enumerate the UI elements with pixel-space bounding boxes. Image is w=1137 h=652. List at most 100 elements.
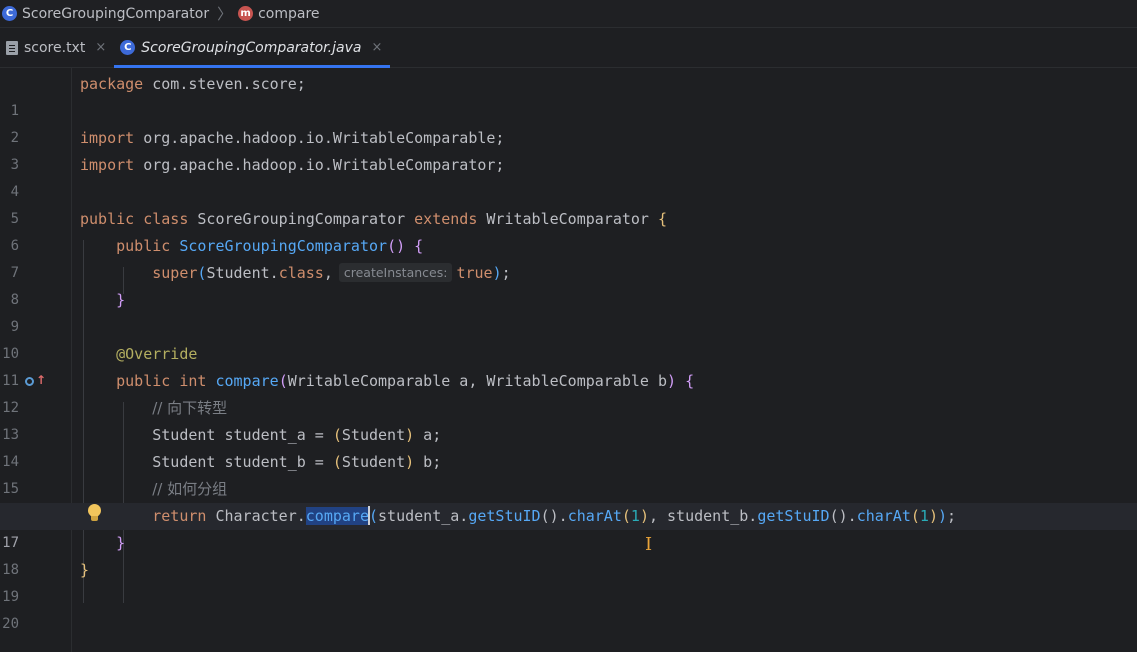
code-line: 3 import org.apache.hadoop.io.WritableCo… [0,125,1137,173]
close-icon[interactable]: × [371,40,382,55]
text-cursor-icon: I [645,534,653,555]
keyword: public [116,237,171,255]
keyword: public class [80,210,189,228]
paren: ) [405,426,415,444]
selected-method-call: compare [305,507,369,525]
brace: } [116,534,126,552]
code-line: 14 Student student_a = (Student) a; [0,422,1137,470]
class-ref: Student. [206,264,279,282]
paren: ( [278,372,288,390]
paren: ) [405,453,415,471]
code-editor[interactable]: 1 package com.steven.score; 2 3 import o… [0,68,1137,652]
class-ref: Character. [206,507,306,525]
paren: ) [639,507,649,525]
paren: ( [332,426,342,444]
tab-score-txt[interactable]: score.txt × [0,28,114,67]
statement: Student student_b = [152,453,333,471]
constructor-name: ScoreGroupingComparator [179,237,388,255]
annotation: @Override [116,345,198,363]
code-line-current: 17 return Character.compare(student_a.ge… [0,503,1137,551]
keyword: import [80,129,135,147]
code-line: 5 [0,179,1137,227]
code-line: 6 public class ScoreGroupingComparator e… [0,206,1137,254]
override-method-icon[interactable]: ↑ [25,374,46,388]
keyword: public int [116,372,207,390]
breadcrumb: C ScoreGroupingComparator 〉 m compare [0,0,1137,28]
number: 1 [630,507,640,525]
class-name: ScoreGroupingComparator [188,210,415,228]
keyword: import [80,156,135,174]
cast-type: Student [341,426,406,444]
breadcrumb-separator: 〉 [217,5,233,23]
breadcrumb-method[interactable]: m compare [238,5,320,22]
paren: ) [928,507,938,525]
identifier: , student_b. [648,507,758,525]
code-line: 7 public ScoreGroupingComparator() { [0,233,1137,281]
code-area[interactable]: 1 package com.steven.score; 2 3 import o… [0,68,1137,652]
code-line: 10 [0,314,1137,362]
statement: b; [414,453,442,471]
code-line: 12 public int compare(WritableComparable… [0,368,1137,416]
keyword: extends [414,210,478,228]
statement: Student student_a = [152,426,333,444]
breadcrumb-class-label: ScoreGroupingComparator [22,5,210,22]
keyword: package [80,75,144,93]
punctuation: (). [829,507,857,525]
tab-label: score.txt [24,39,86,56]
code-line: 19 } [0,557,1137,605]
comma: , [323,264,333,282]
comment: // 如何分组 [152,480,228,498]
paren: ) [937,507,947,525]
code-line: 13 // 向下转型 [0,395,1137,443]
code-line: 1 package com.steven.score; [0,71,1137,119]
breadcrumb-class[interactable]: C ScoreGroupingComparator [2,6,209,22]
method-icon: m [238,6,254,21]
keyword: class [278,264,324,282]
brace: { [405,237,424,255]
line-number: 20 [2,616,19,632]
code-line: 9 } [0,287,1137,335]
breadcrumb-method-label: compare [258,5,320,22]
lightbulb-icon[interactable] [88,504,101,524]
method-name: compare [215,372,279,390]
code-line: 16 // 如何分组 [0,476,1137,524]
semicolon: ; [501,264,511,282]
statement: a; [414,426,442,444]
brace: } [80,561,90,579]
tab-label: ScoreGroupingComparator.java [141,39,362,56]
code-line: 15 Student student_b = (Student) b; [0,449,1137,497]
keyword: return [152,507,207,525]
code-line: 20 [0,584,1137,632]
import-path: org.apache.hadoop.io.WritableComparator; [134,156,505,174]
java-class-icon: C [120,40,136,55]
superclass-name: WritableComparator [477,210,658,228]
code-line: 2 [0,98,1137,146]
paren: ( [332,453,342,471]
close-icon[interactable]: × [95,40,106,55]
keyword: super [152,264,198,282]
method-call: charAt [856,507,911,525]
editor-tab-bar: score.txt × C ScoreGroupingComparator.ja… [0,28,1137,68]
class-icon: C [2,6,17,21]
parameter-hint: createInstances: [338,263,453,282]
code-line: 4 import org.apache.hadoop.io.WritableCo… [0,152,1137,200]
package-name: com.steven.score; [143,75,306,93]
code-line: 18 } [0,530,1137,578]
paren: ) [667,372,677,390]
brace: { [658,210,668,228]
method-call: getStuID [757,507,830,525]
tab-score-grouping-comparator[interactable]: C ScoreGroupingComparator.java × [114,28,391,68]
number: 1 [919,507,929,525]
brace: { [676,372,695,390]
paren: ) [492,264,502,282]
method-call: getStuID [468,507,541,525]
code-line: 8 super(Student.class, createInstances: tr… [0,260,1137,308]
punctuation: (). [540,507,568,525]
method-call: charAt [567,507,622,525]
keyword: true [456,264,493,282]
parameter-list: WritableComparable a, WritableComparable… [287,372,668,390]
brace: } [116,291,126,309]
code-line: 11 @Override [0,341,1137,389]
identifier: student_a. [378,507,469,525]
cast-type: Student [341,453,406,471]
